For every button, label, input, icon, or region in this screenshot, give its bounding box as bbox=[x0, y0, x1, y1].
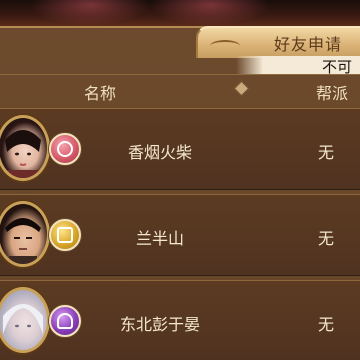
tab-ornament-icon bbox=[210, 40, 240, 52]
decor-glow bbox=[150, 0, 270, 26]
badge-emblem-icon bbox=[57, 227, 73, 243]
scene-backdrop bbox=[0, 0, 360, 26]
female-avatar-icon[interactable] bbox=[0, 115, 50, 181]
column-header-guild: 帮派 bbox=[316, 84, 349, 103]
player-guild: 无 bbox=[318, 229, 335, 248]
player-guild: 无 bbox=[318, 315, 335, 334]
player-row[interactable]: 香烟火柴 无 bbox=[0, 108, 360, 190]
badge-wave-icon bbox=[57, 313, 73, 329]
badge-swirl-icon bbox=[57, 141, 73, 157]
player-name: 香烟火柴 bbox=[127, 143, 192, 162]
column-header-name: 名称 bbox=[84, 84, 117, 103]
male-avatar-icon[interactable] bbox=[0, 201, 50, 267]
player-guild: 无 bbox=[318, 143, 335, 162]
friend-request-screen: 好友申请 不可 名称 帮派 香烟火柴 无 兰半山 无 东北彭于晏 无 bbox=[0, 0, 360, 360]
red-faction-badge-icon bbox=[49, 133, 81, 165]
player-row[interactable]: 东北彭于晏 无 bbox=[0, 280, 360, 360]
decor-glow bbox=[30, 0, 150, 26]
header-divider bbox=[0, 74, 360, 75]
player-row[interactable]: 兰半山 无 bbox=[0, 194, 360, 276]
player-name: 兰半山 bbox=[135, 229, 184, 248]
purple-faction-badge-icon bbox=[49, 305, 81, 337]
player-name: 东北彭于晏 bbox=[119, 315, 200, 334]
gold-faction-badge-icon bbox=[49, 219, 81, 251]
tab-friend-requests-label[interactable]: 好友申请 bbox=[274, 31, 342, 55]
silver-hair-avatar-icon[interactable] bbox=[0, 287, 50, 353]
